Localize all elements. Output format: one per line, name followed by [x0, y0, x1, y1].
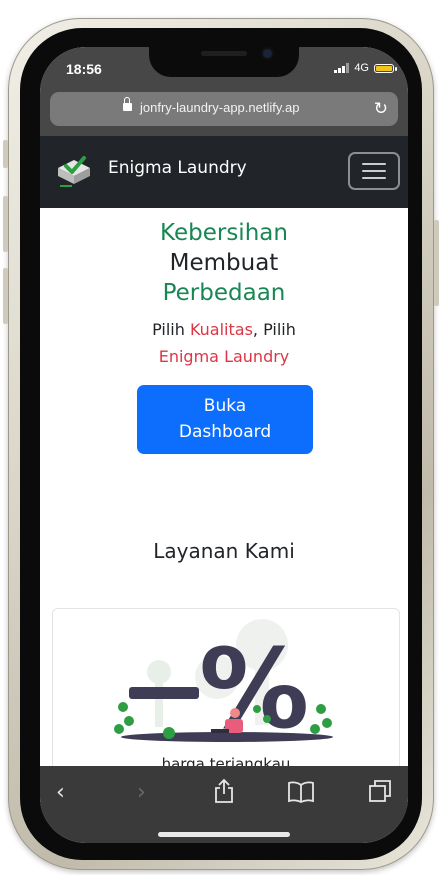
laundry-logo-icon[interactable]: [56, 154, 92, 188]
mute-switch: [3, 140, 8, 168]
open-dashboard-button[interactable]: Buka Dashboard: [137, 385, 313, 454]
speaker-grille: [201, 51, 247, 56]
hero-line-2: Membuat: [169, 250, 279, 276]
hero-line-1: Kebersihan: [160, 220, 288, 246]
home-indicator[interactable]: [158, 832, 290, 837]
services-title: Layanan Kami: [153, 539, 295, 563]
brand-name[interactable]: Enigma Laundry: [108, 158, 247, 178]
tagline-brand: Enigma Laundry: [158, 347, 290, 366]
volume-up-button: [3, 196, 8, 252]
front-camera: [263, 49, 272, 58]
phone-screen: 18:56 4G jonfry-laundry-app.netlify.ap ↻…: [40, 47, 408, 843]
svg-text:%: %: [199, 625, 309, 747]
tagline-line-1: Pilih Kualitas, Pilih: [40, 320, 408, 339]
tagline-prefix: Pilih: [152, 320, 190, 339]
power-button: [434, 220, 439, 306]
signal-icon: [334, 63, 350, 73]
main-content: Kebersihan Membuat Perbedaan Pilih Kuali…: [40, 208, 408, 810]
volume-down-button: [3, 268, 8, 324]
network-label: 4G: [354, 62, 369, 74]
tabs-icon[interactable]: [368, 779, 392, 803]
status-time: 18:56: [66, 61, 102, 77]
reload-icon[interactable]: ↻: [374, 99, 388, 119]
tagline-middle: , Pilih: [252, 320, 296, 339]
url-text: jonfry-laundry-app.netlify.ap: [140, 100, 300, 115]
status-indicators: 4G: [334, 62, 397, 74]
battery-icon: [374, 63, 397, 73]
hero-line-3: Perbedaan: [162, 280, 286, 306]
hamburger-icon[interactable]: [348, 152, 400, 190]
bookmarks-icon[interactable]: [287, 781, 315, 803]
cta-line-1: Buka: [203, 396, 247, 416]
browser-toolbar: ‹ ›: [40, 766, 408, 843]
cta-line-2: Dashboard: [178, 422, 272, 442]
address-bar[interactable]: jonfry-laundry-app.netlify.ap ↻: [50, 92, 398, 126]
navbar: Enigma Laundry: [40, 136, 408, 208]
notch: [149, 47, 299, 77]
share-icon[interactable]: [213, 778, 235, 804]
forward-icon[interactable]: ›: [137, 780, 146, 806]
back-icon[interactable]: ‹: [56, 780, 65, 806]
lock-icon: [123, 97, 132, 111]
tagline-kualitas: Kualitas: [189, 320, 253, 339]
discount-illustration: %: [114, 619, 333, 747]
